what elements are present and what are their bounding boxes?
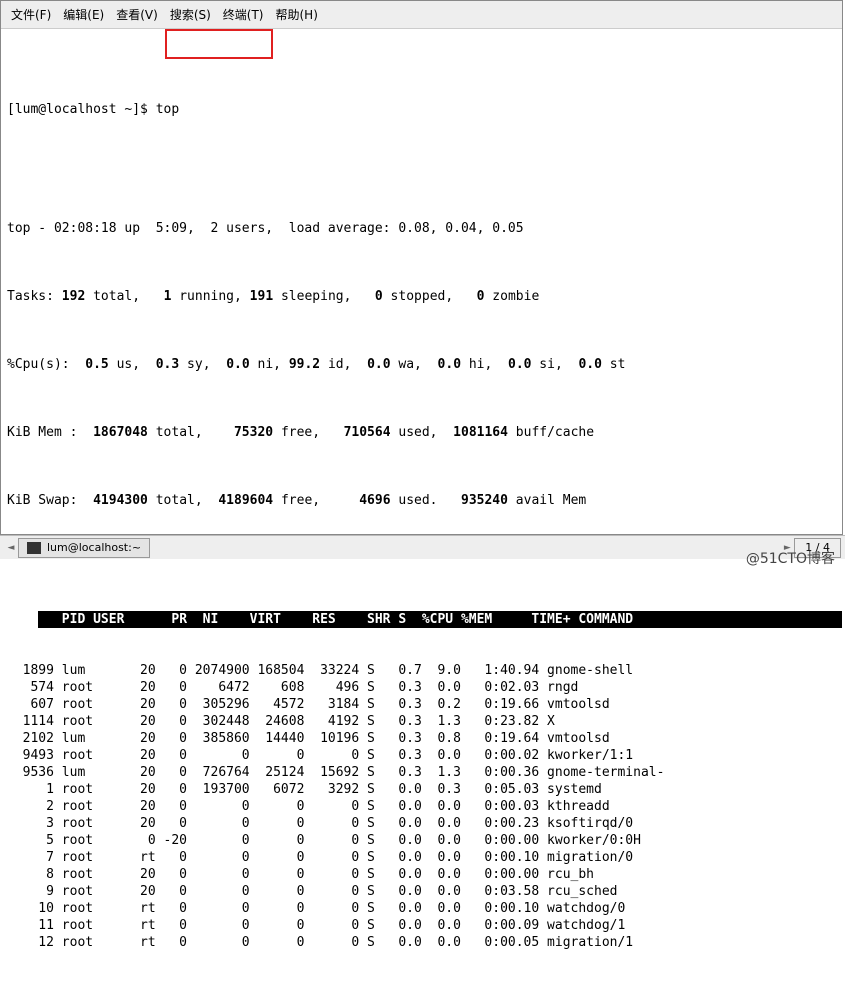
process-row: 9493 root 20 0 0 0 0 S 0.3 0.0 0:00.02 k… — [7, 747, 836, 764]
process-list: 1899 lum 20 0 2074900 168504 33224 S 0.7… — [7, 662, 836, 951]
terminal-area[interactable]: [lum@localhost ~]$ top top - 02:08:18 up… — [1, 29, 842, 989]
process-row: 9 root 20 0 0 0 0 S 0.0 0.0 0:03.58 rcu_… — [7, 883, 836, 900]
command-text: top — [156, 102, 179, 117]
watermark: @51CTO博客 — [746, 548, 835, 568]
menu-help[interactable]: 帮助(H) — [272, 4, 322, 25]
menu-view[interactable]: 查看(V) — [112, 4, 162, 25]
process-row: 8 root 20 0 0 0 0 S 0.0 0.0 0:00.00 rcu_… — [7, 866, 836, 883]
process-row: 12 root rt 0 0 0 0 S 0.0 0.0 0:00.05 mig… — [7, 934, 836, 951]
top-summary-mem: KiB Mem : 1867048 total, 75320 free, 710… — [7, 424, 836, 441]
process-row: 574 root 20 0 6472 608 496 S 0.3 0.0 0:0… — [7, 679, 836, 696]
process-row: 9536 lum 20 0 726764 25124 15692 S 0.3 1… — [7, 764, 836, 781]
terminal-icon — [27, 542, 41, 554]
process-row: 2102 lum 20 0 385860 14440 10196 S 0.3 0… — [7, 730, 836, 747]
process-row: 607 root 20 0 305296 4572 3184 S 0.3 0.2… — [7, 696, 836, 713]
terminal-window: 文件(F) 编辑(E) 查看(V) 搜索(S) 终端(T) 帮助(H) [lum… — [0, 0, 843, 535]
menu-search[interactable]: 搜索(S) — [166, 4, 215, 25]
process-row: 5 root 0 -20 0 0 0 S 0.0 0.0 0:00.00 kwo… — [7, 832, 836, 849]
process-row: 7 root rt 0 0 0 0 S 0.0 0.0 0:00.10 migr… — [7, 849, 836, 866]
scroll-left-icon[interactable]: ◄ — [4, 537, 18, 559]
menu-terminal[interactable]: 终端(T) — [219, 4, 268, 25]
process-row: 11 root rt 0 0 0 0 S 0.0 0.0 0:00.09 wat… — [7, 917, 836, 934]
prompt-text: [lum@localhost ~]$ — [7, 102, 156, 117]
menu-file[interactable]: 文件(F) — [7, 4, 55, 25]
top-summary-line1: top - 02:08:18 up 5:09, 2 users, load av… — [7, 220, 836, 237]
process-row: 1 root 20 0 193700 6072 3292 S 0.0 0.3 0… — [7, 781, 836, 798]
process-row: 1114 root 20 0 302448 24608 4192 S 0.3 1… — [7, 713, 836, 730]
prompt-line: [lum@localhost ~]$ top — [7, 101, 836, 118]
top-summary-cpu: %Cpu(s): 0.5 us, 0.3 sy, 0.0 ni, 99.2 id… — [7, 356, 836, 373]
highlight-box — [165, 29, 273, 59]
process-row: 3 root 20 0 0 0 0 S 0.0 0.0 0:00.23 ksof… — [7, 815, 836, 832]
process-header: PID USER PR NI VIRT RES SHR S %CPU %MEM … — [38, 611, 842, 628]
process-row: 1899 lum 20 0 2074900 168504 33224 S 0.7… — [7, 662, 836, 679]
process-row: 10 root rt 0 0 0 0 S 0.0 0.0 0:00.10 wat… — [7, 900, 836, 917]
process-row: 2 root 20 0 0 0 0 S 0.0 0.0 0:00.03 kthr… — [7, 798, 836, 815]
taskbar: ◄ lum@localhost:~ ► 1 / 4 — [0, 535, 845, 559]
menubar: 文件(F) 编辑(E) 查看(V) 搜索(S) 终端(T) 帮助(H) — [1, 1, 842, 29]
menu-edit[interactable]: 编辑(E) — [59, 4, 108, 25]
taskbar-title: lum@localhost:~ — [47, 541, 141, 554]
taskbar-entry[interactable]: lum@localhost:~ — [18, 538, 150, 558]
top-summary-swap: KiB Swap: 4194300 total, 4189604 free, 4… — [7, 492, 836, 509]
top-summary-tasks: Tasks: 192 total, 1 running, 191 sleepin… — [7, 288, 836, 305]
